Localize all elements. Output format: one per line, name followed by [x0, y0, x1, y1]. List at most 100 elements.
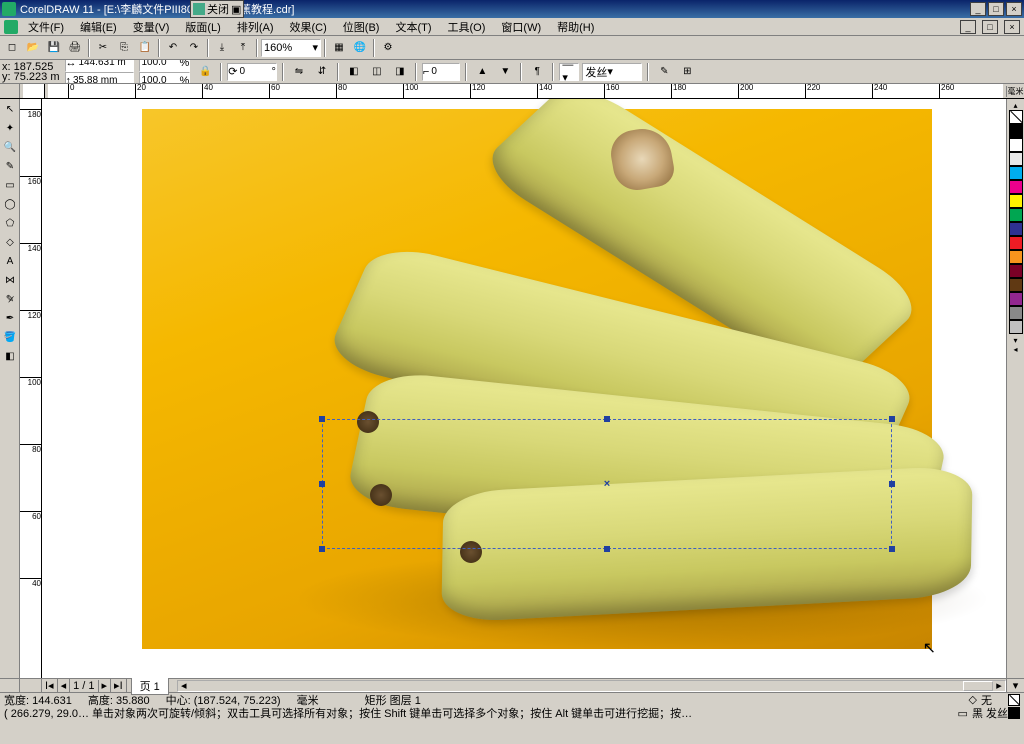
color-swatch[interactable]: [1009, 306, 1023, 320]
palette-flyout-button[interactable]: ◂: [1013, 345, 1017, 354]
menu-edit[interactable]: 编辑(E): [74, 18, 123, 36]
status-fill-swatch[interactable]: [1008, 694, 1020, 706]
vscroll-down-button[interactable]: ▾: [1006, 679, 1024, 692]
freehand-tool[interactable]: ✎: [1, 157, 19, 175]
handle-bm[interactable]: [604, 546, 610, 552]
outline-style-combo[interactable]: —▾: [559, 63, 579, 81]
handle-tr[interactable]: [889, 416, 895, 422]
align-left-button[interactable]: ◧: [344, 62, 364, 82]
handle-tl[interactable]: [319, 416, 325, 422]
bitmap-image[interactable]: [142, 109, 932, 649]
color-swatch[interactable]: [1009, 194, 1023, 208]
align-center-button[interactable]: ◫: [367, 62, 387, 82]
blend-tool[interactable]: ⋈: [1, 271, 19, 289]
color-swatch[interactable]: [1009, 138, 1023, 152]
color-swatch[interactable]: [1009, 250, 1023, 264]
pick-tool[interactable]: ↖: [1, 100, 19, 118]
menu-text[interactable]: 文本(T): [389, 18, 437, 36]
cut-button[interactable]: ✂: [93, 38, 113, 58]
color-swatch[interactable]: [1009, 124, 1023, 138]
handle-tm[interactable]: [604, 416, 610, 422]
eyedropper-tool[interactable]: ✎̷: [1, 290, 19, 308]
status-outline-swatch[interactable]: [1008, 707, 1020, 719]
align-right-button[interactable]: ◨: [390, 62, 410, 82]
handle-br[interactable]: [889, 546, 895, 552]
color-swatch[interactable]: [1009, 236, 1023, 250]
options-button[interactable]: ⚙: [378, 38, 398, 58]
shape-tool[interactable]: ✦: [1, 119, 19, 137]
first-page-button[interactable]: I◂: [42, 679, 58, 692]
outline-tool[interactable]: ✒: [1, 309, 19, 327]
doc-minimize-button[interactable]: _: [970, 2, 986, 16]
color-swatch[interactable]: [1009, 292, 1023, 306]
open-button[interactable]: 📂: [23, 38, 43, 58]
color-swatch[interactable]: [1009, 320, 1023, 334]
ruler-origin[interactable]: [23, 84, 45, 99]
color-swatch[interactable]: [1009, 208, 1023, 222]
horizontal-scrollbar[interactable]: ◂ ▸: [177, 680, 1006, 692]
fill-tool[interactable]: 🪣: [1, 328, 19, 346]
menu-file[interactable]: 文件(F): [22, 18, 70, 36]
color-swatch[interactable]: [1009, 222, 1023, 236]
app-restore-button[interactable]: □: [982, 20, 998, 34]
scale-fields[interactable]: % %: [139, 60, 191, 84]
selection-rectangle[interactable]: ×: [322, 419, 892, 549]
next-page-button[interactable]: ▸: [99, 679, 112, 692]
width-input[interactable]: [77, 60, 133, 68]
doc-restore-button[interactable]: □: [988, 2, 1004, 16]
prev-page-button[interactable]: ◂: [58, 679, 71, 692]
palette-up-button[interactable]: ▴: [1013, 101, 1017, 110]
menu-var[interactable]: 变量(V): [127, 18, 176, 36]
lock-aspect-button[interactable]: 🔒: [195, 62, 215, 82]
redo-button[interactable]: ↷: [184, 38, 204, 58]
no-fill-swatch[interactable]: [1009, 110, 1023, 124]
canvas[interactable]: × ↖: [42, 99, 1006, 678]
rotation-field[interactable]: ⟳°: [227, 63, 277, 81]
color-swatch[interactable]: [1009, 152, 1023, 166]
export-button[interactable]: ⤒: [233, 38, 253, 58]
undo-button[interactable]: ↶: [163, 38, 183, 58]
corner-radius-field[interactable]: ⌐: [422, 63, 460, 81]
app-close-button[interactable]: ×: [1004, 20, 1020, 34]
menu-window[interactable]: 窗口(W): [495, 18, 547, 36]
convert-curves-button[interactable]: ✎: [654, 62, 674, 82]
menu-layout[interactable]: 版面(L): [179, 18, 226, 36]
menu-help[interactable]: 帮助(H): [551, 18, 600, 36]
options-prop-button[interactable]: ⊞: [677, 62, 697, 82]
scale-y-input[interactable]: [140, 75, 180, 84]
color-swatch[interactable]: [1009, 180, 1023, 194]
color-swatch[interactable]: [1009, 278, 1023, 292]
ruler-vertical[interactable]: 180160140120100806040: [20, 99, 42, 678]
last-page-button[interactable]: ▸I: [111, 679, 127, 692]
zoom-tool[interactable]: 🔍: [1, 138, 19, 156]
scale-x-input[interactable]: [140, 60, 180, 68]
polygon-tool[interactable]: ⬠: [1, 214, 19, 232]
new-button[interactable]: ◻: [2, 38, 22, 58]
copy-button[interactable]: ⎘: [114, 38, 134, 58]
zoom-combo[interactable]: 160%▾: [261, 39, 321, 57]
handle-mr[interactable]: [889, 481, 895, 487]
app-launcher-button[interactable]: ▦: [329, 38, 349, 58]
height-input[interactable]: [71, 75, 127, 84]
paste-button[interactable]: 📋: [135, 38, 155, 58]
ruler-horizontal[interactable]: 020406080100120140160180200220240260: [48, 84, 1003, 99]
menu-tools[interactable]: 工具(O): [442, 18, 492, 36]
size-fields[interactable]: ↔ ↕: [65, 60, 134, 84]
handle-ml[interactable]: [319, 481, 325, 487]
color-swatch[interactable]: [1009, 264, 1023, 278]
wrap-text-button[interactable]: ¶: [527, 62, 547, 82]
outline-width-combo[interactable]: 发丝▾: [582, 63, 642, 81]
to-front-button[interactable]: ▲: [472, 62, 492, 82]
handle-bl[interactable]: [319, 546, 325, 552]
ellipse-tool[interactable]: ◯: [1, 195, 19, 213]
selection-center-icon[interactable]: ×: [602, 479, 612, 489]
web-button[interactable]: 🌐: [350, 38, 370, 58]
rectangle-tool[interactable]: ▭: [1, 176, 19, 194]
interactive-fill-tool[interactable]: ◧: [1, 347, 19, 365]
menu-bitmap[interactable]: 位图(B): [337, 18, 386, 36]
mirror-v-button[interactable]: ⇵: [312, 62, 332, 82]
app-minimize-button[interactable]: _: [960, 20, 976, 34]
floating-close-bar[interactable]: 关闭 ▣: [190, 0, 244, 18]
doc-close-button[interactable]: ×: [1006, 2, 1022, 16]
print-button[interactable]: 🖨: [65, 38, 85, 58]
